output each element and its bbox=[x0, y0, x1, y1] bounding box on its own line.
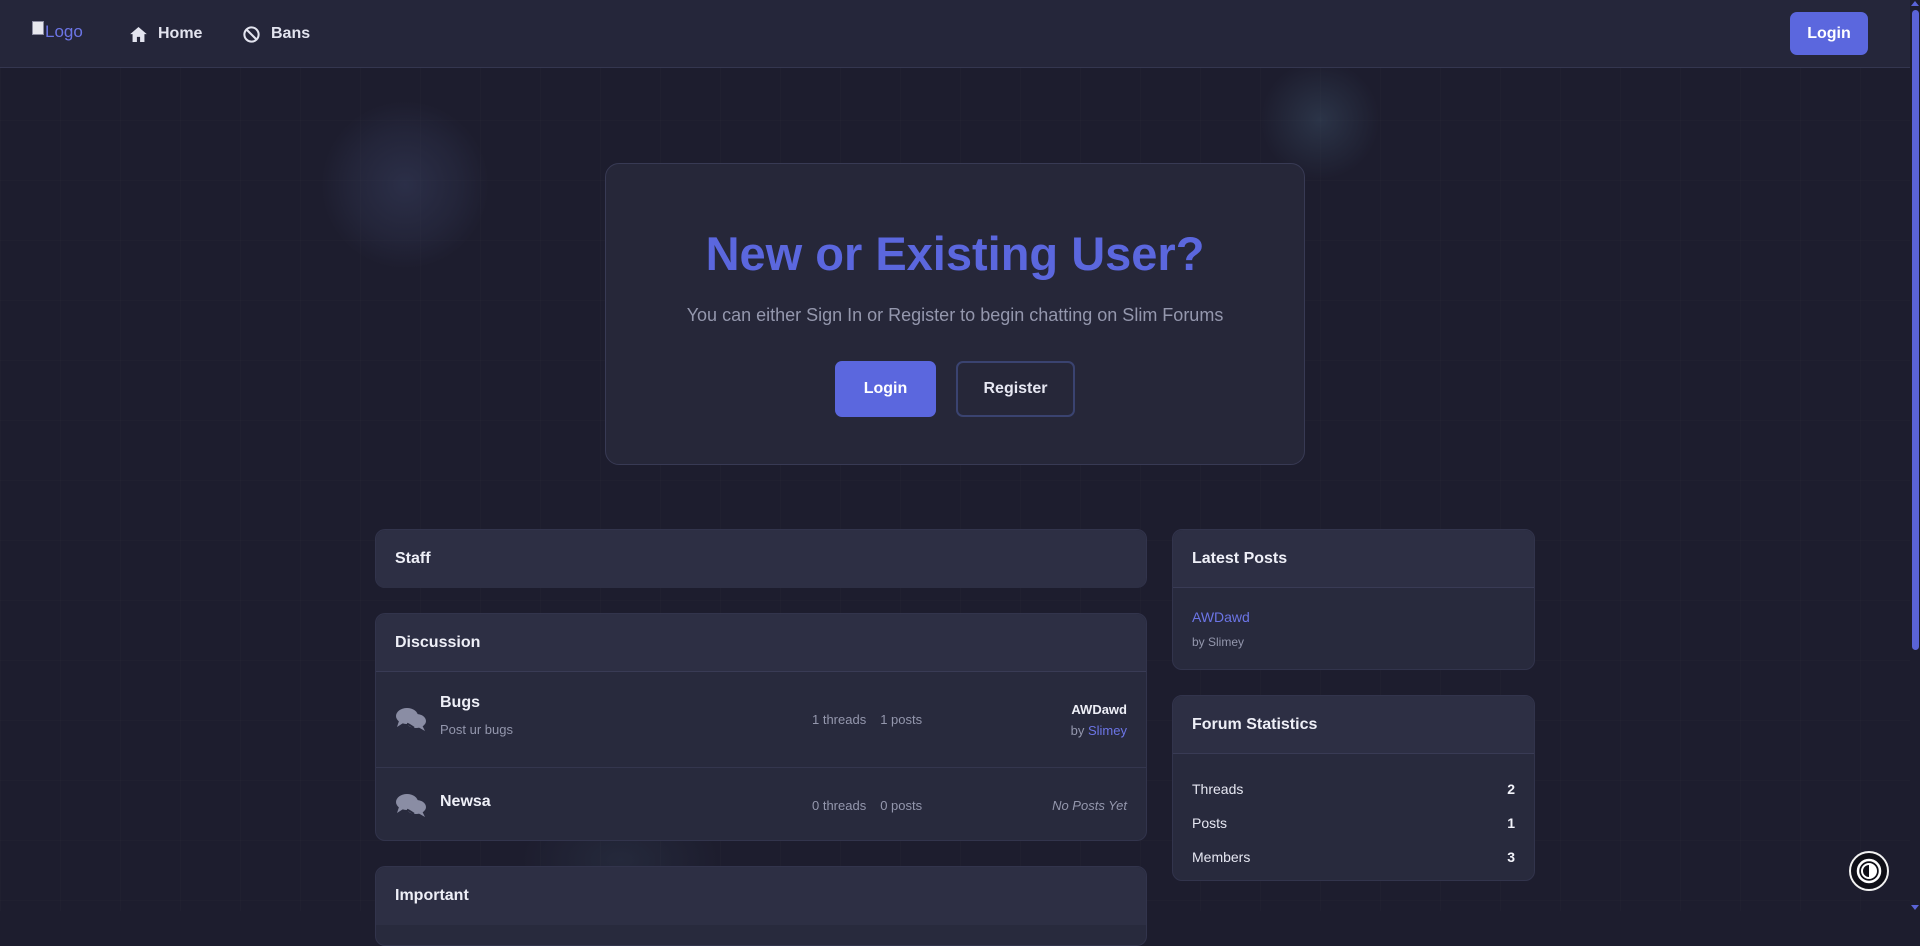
navbar-login-button[interactable]: Login bbox=[1790, 12, 1868, 55]
category-discussion: Discussion Bugs Post ur bugs 1 threads 1… bbox=[375, 613, 1147, 841]
thread-count: 1 threads bbox=[812, 712, 867, 727]
chat-bubbles-icon bbox=[396, 794, 426, 817]
latest-post-byline: by Slimey bbox=[1192, 635, 1245, 649]
category-staff: Staff bbox=[375, 529, 1147, 588]
last-post-author-link[interactable]: Slimey bbox=[1088, 723, 1127, 738]
scroll-up-arrow-icon[interactable] bbox=[1911, 1, 1919, 6]
contrast-icon bbox=[1856, 858, 1882, 884]
forum-row-bugs[interactable]: Bugs Post ur bugs 1 threads 1 posts AWDa… bbox=[376, 672, 1146, 768]
nav-bans-link[interactable]: Bans bbox=[242, 23, 310, 45]
latest-posts-widget: Latest Posts AWDawd by Slimey bbox=[1172, 529, 1535, 670]
forum-name[interactable]: Bugs bbox=[440, 694, 480, 712]
category-important: Important bbox=[375, 866, 1147, 946]
category-title[interactable]: Discussion bbox=[376, 614, 1146, 672]
site-logo[interactable]: Logo bbox=[32, 21, 83, 42]
stat-value: 1 bbox=[1507, 815, 1515, 831]
nav-bans-label: Bans bbox=[271, 25, 311, 42]
latest-post-link[interactable]: AWDawd bbox=[1192, 609, 1515, 625]
stat-row-members: Members 3 bbox=[1192, 840, 1515, 874]
forum-stats: 0 threads 0 posts bbox=[812, 798, 922, 813]
category-title[interactable]: Important bbox=[376, 867, 1146, 925]
ban-icon bbox=[243, 25, 260, 43]
background-glow bbox=[320, 100, 490, 270]
home-icon bbox=[130, 26, 147, 42]
post-count: 1 posts bbox=[880, 712, 923, 727]
stat-label: Posts bbox=[1192, 815, 1228, 831]
stat-value: 3 bbox=[1507, 849, 1515, 865]
stat-label: Members bbox=[1192, 849, 1251, 865]
stat-row-threads: Threads 2 bbox=[1192, 772, 1515, 806]
welcome-hero: New or Existing User? You can either Sig… bbox=[605, 163, 1305, 465]
latest-post-item: AWDawd by Slimey bbox=[1173, 588, 1534, 670]
hero-subtitle: You can either Sign In or Register to be… bbox=[686, 305, 1224, 325]
forum-description: Post ur bugs bbox=[440, 722, 513, 737]
forum-row-newsa[interactable]: Newsa 0 threads 0 posts No Posts Yet bbox=[376, 768, 1146, 840]
top-navbar: Logo Home Bans Login bbox=[0, 0, 1910, 68]
last-post-byline: by Slimey bbox=[1071, 723, 1127, 738]
stat-row-posts: Posts 1 bbox=[1192, 806, 1515, 840]
broken-image-icon bbox=[32, 21, 44, 35]
forum-statistics-widget: Forum Statistics Threads 2 Posts 1 Membe… bbox=[1172, 695, 1535, 881]
stats-list: Threads 2 Posts 1 Members 3 bbox=[1173, 754, 1534, 874]
logo-alt-text: Logo bbox=[45, 22, 83, 41]
scrollbar-thumb[interactable] bbox=[1912, 10, 1919, 650]
stat-label: Threads bbox=[1192, 781, 1244, 797]
post-count: 0 posts bbox=[880, 798, 923, 813]
background-glow bbox=[1260, 60, 1380, 180]
widget-title: Latest Posts bbox=[1173, 530, 1534, 588]
no-posts-label: No Posts Yet bbox=[1052, 798, 1127, 813]
nav-home-label: Home bbox=[158, 25, 203, 42]
chat-bubbles-icon bbox=[396, 708, 426, 731]
thread-count: 0 threads bbox=[812, 798, 867, 813]
last-post-title[interactable]: AWDawd bbox=[1071, 702, 1127, 717]
forum-last-post: AWDawd by Slimey bbox=[1071, 702, 1127, 738]
page-scrollbar[interactable] bbox=[1910, 0, 1920, 911]
forum-stats: 1 threads 1 posts bbox=[812, 712, 922, 727]
nav-home-link[interactable]: Home bbox=[129, 23, 202, 45]
hero-title: New or Existing User? bbox=[705, 227, 1205, 280]
category-title[interactable]: Staff bbox=[376, 530, 1146, 588]
theme-toggle-button[interactable] bbox=[1849, 851, 1889, 891]
stat-value: 2 bbox=[1507, 781, 1515, 797]
hero-actions: Login Register bbox=[606, 361, 1304, 417]
hero-register-button[interactable]: Register bbox=[956, 361, 1075, 417]
last-post-by-prefix: by bbox=[1070, 723, 1085, 738]
hero-login-button[interactable]: Login bbox=[835, 361, 936, 417]
scroll-down-arrow-icon[interactable] bbox=[1911, 905, 1919, 910]
widget-title: Forum Statistics bbox=[1173, 696, 1534, 754]
forum-name[interactable]: Newsa bbox=[440, 793, 491, 811]
